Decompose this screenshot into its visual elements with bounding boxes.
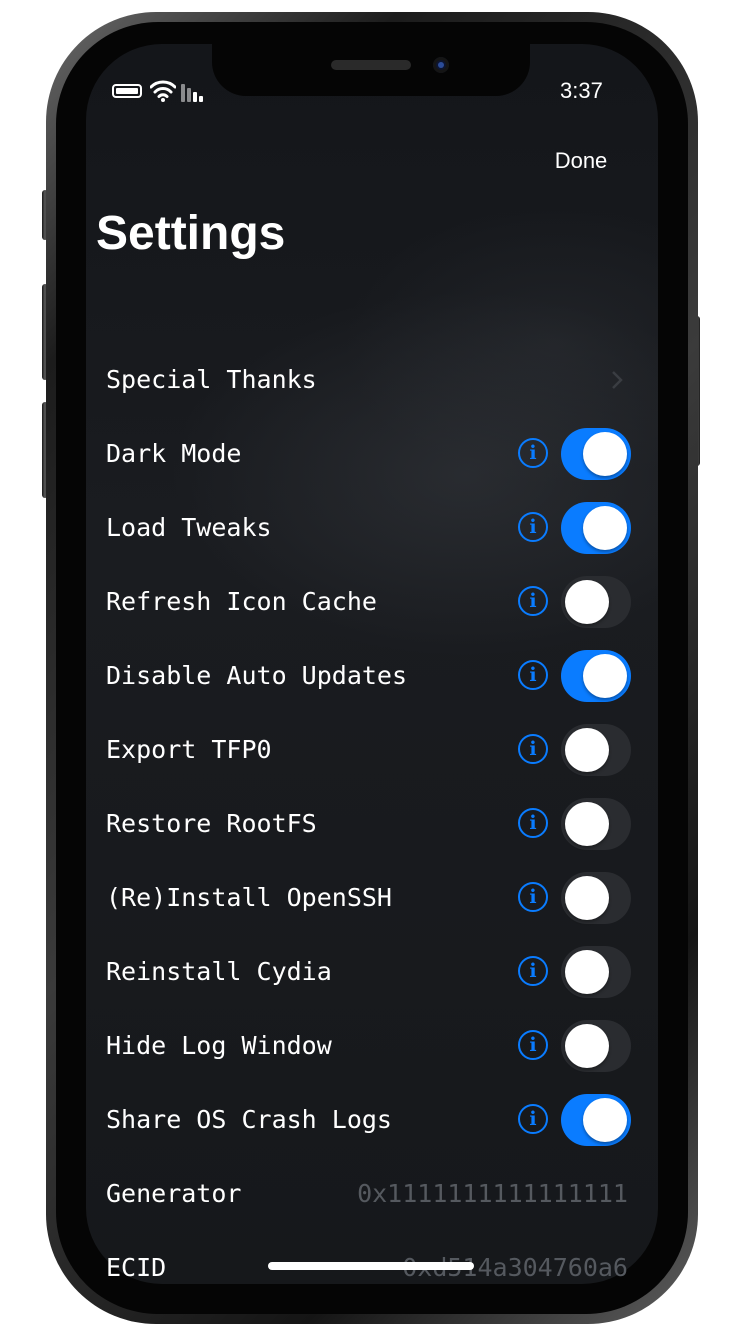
info-icon[interactable]: i	[518, 660, 548, 690]
info-icon[interactable]: i	[518, 438, 548, 468]
load-tweaks-toggle[interactable]	[561, 502, 631, 554]
info-icon[interactable]: i	[518, 1104, 548, 1134]
share-os-crash-logs-toggle[interactable]	[561, 1094, 631, 1146]
toggle-knob	[565, 802, 609, 846]
hide-log-window-toggle[interactable]	[561, 1020, 631, 1072]
settings-row-install-openssh: (Re)Install OpenSSH i	[86, 861, 658, 935]
row-label: Generator	[106, 1179, 242, 1208]
toggle-knob	[565, 580, 609, 624]
row-label: Restore RootFS	[106, 809, 317, 838]
reinstall-cydia-toggle[interactable]	[561, 946, 631, 998]
export-tfp0-toggle[interactable]	[561, 724, 631, 776]
row-label: Disable Auto Updates	[106, 661, 408, 690]
info-icon[interactable]: i	[518, 734, 548, 764]
speaker-grille	[331, 60, 411, 70]
row-label: Share OS Crash Logs	[106, 1105, 392, 1134]
toggle-knob	[583, 506, 627, 550]
status-time: 3:37	[560, 78, 603, 103]
toggle-knob	[565, 728, 609, 772]
wifi-icon	[149, 80, 177, 102]
toggle-knob	[565, 1024, 609, 1068]
info-icon[interactable]: i	[518, 512, 548, 542]
row-label: Hide Log Window	[106, 1031, 332, 1060]
refresh-icon-cache-toggle[interactable]	[561, 576, 631, 628]
row-label: Dark Mode	[106, 439, 242, 468]
toggle-knob	[565, 950, 609, 994]
row-label: Special Thanks	[106, 365, 317, 394]
settings-row-share-os-crash-logs: Share OS Crash Logs i	[86, 1083, 658, 1157]
row-label: Refresh Icon Cache	[106, 587, 377, 616]
cellular-signal-icon	[181, 84, 207, 102]
settings-row-export-tfp0: Export TFP0 i	[86, 713, 658, 787]
settings-row-refresh-icon-cache: Refresh Icon Cache i	[86, 565, 658, 639]
info-icon[interactable]: i	[518, 882, 548, 912]
row-label: (Re)Install OpenSSH	[106, 883, 392, 912]
done-button[interactable]: Done	[546, 146, 616, 176]
restore-rootfs-toggle[interactable]	[561, 798, 631, 850]
settings-row-hide-log-window: Hide Log Window i	[86, 1009, 658, 1083]
settings-row-generator[interactable]: Generator 0x1111111111111111	[86, 1157, 658, 1231]
settings-row-special-thanks[interactable]: Special Thanks	[86, 343, 658, 417]
toggle-knob	[583, 432, 627, 476]
battery-icon	[112, 84, 142, 98]
home-indicator[interactable]	[268, 1262, 474, 1270]
chevron-right-icon	[610, 370, 624, 390]
install-openssh-toggle[interactable]	[561, 872, 631, 924]
row-label: Load Tweaks	[106, 513, 272, 542]
info-icon[interactable]: i	[518, 1030, 548, 1060]
info-icon[interactable]: i	[518, 586, 548, 616]
row-label: ECID	[106, 1253, 167, 1282]
settings-row-reinstall-cydia: Reinstall Cydia i	[86, 935, 658, 1009]
toggle-knob	[583, 654, 627, 698]
front-camera	[433, 57, 449, 73]
toggle-knob	[565, 876, 609, 920]
row-label: Reinstall Cydia	[106, 957, 332, 986]
disable-auto-updates-toggle[interactable]	[561, 650, 631, 702]
generator-value[interactable]: 0x1111111111111111	[357, 1157, 628, 1231]
info-icon[interactable]: i	[518, 808, 548, 838]
page-title: Settings	[96, 207, 286, 260]
settings-row-restore-rootfs: Restore RootFS i	[86, 787, 658, 861]
info-icon[interactable]: i	[518, 956, 548, 986]
notch	[212, 44, 530, 96]
toggle-knob	[583, 1098, 627, 1142]
settings-row-dark-mode: Dark Mode i	[86, 417, 658, 491]
dark-mode-toggle[interactable]	[561, 428, 631, 480]
row-label: Export TFP0	[106, 735, 272, 764]
settings-row-load-tweaks: Load Tweaks i	[86, 491, 658, 565]
settings-row-disable-auto-updates: Disable Auto Updates i	[86, 639, 658, 713]
